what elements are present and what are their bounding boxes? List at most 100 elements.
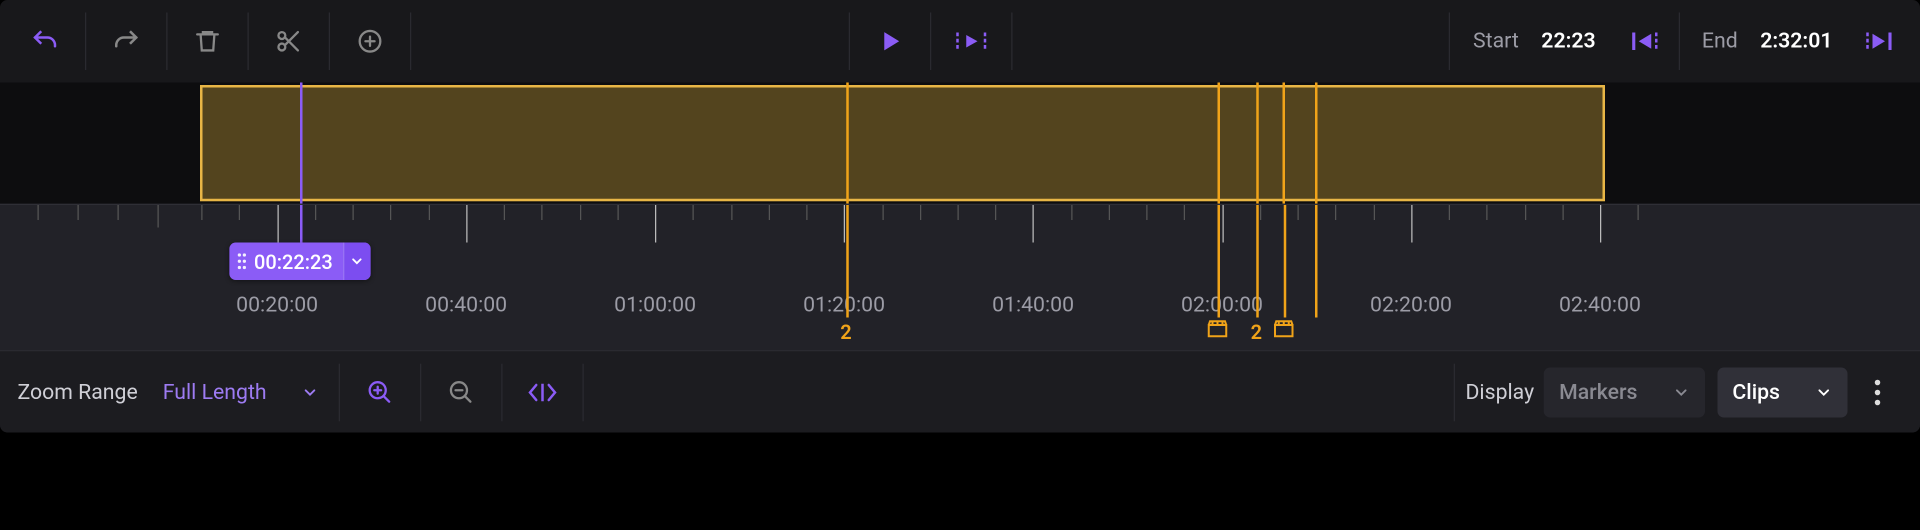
trash-icon bbox=[194, 28, 222, 56]
clip-marker-line bbox=[1283, 83, 1286, 204]
tick-minor bbox=[1335, 205, 1336, 220]
clapper-icon[interactable] bbox=[1273, 320, 1293, 338]
zoom-fit-button[interactable] bbox=[508, 361, 578, 424]
drag-grip-icon bbox=[229, 253, 252, 271]
tick-label: 01:20:00 bbox=[803, 293, 885, 318]
divider bbox=[930, 13, 931, 71]
tick-minor bbox=[239, 205, 240, 220]
divider bbox=[583, 363, 584, 421]
undo-button[interactable] bbox=[10, 10, 80, 73]
add-marker-button[interactable] bbox=[335, 10, 405, 73]
undo-icon bbox=[30, 26, 60, 56]
cut-button[interactable] bbox=[254, 10, 324, 73]
playhead-time: 00:22:23 bbox=[252, 249, 343, 273]
clip-region[interactable] bbox=[200, 85, 1605, 201]
tick-minor bbox=[1487, 205, 1488, 220]
marker-line[interactable] bbox=[846, 205, 849, 318]
playhead-dropdown[interactable] bbox=[343, 243, 371, 281]
in-value[interactable]: 22:23 bbox=[1541, 29, 1595, 54]
marker-line[interactable] bbox=[1283, 205, 1286, 318]
tick-minor bbox=[1562, 205, 1563, 220]
tick-label: 01:00:00 bbox=[614, 293, 696, 318]
marker-line[interactable] bbox=[1256, 205, 1259, 318]
tick-minor bbox=[1638, 205, 1639, 220]
tick-minor bbox=[1146, 205, 1147, 220]
more-vertical-icon bbox=[1874, 378, 1882, 406]
playhead-line bbox=[300, 205, 303, 243]
tick-minor bbox=[957, 205, 958, 220]
chevron-down-icon bbox=[1815, 383, 1833, 401]
tick-major bbox=[466, 205, 467, 243]
tick-minor bbox=[38, 205, 39, 220]
clip-marker-line bbox=[1217, 83, 1220, 204]
divider bbox=[410, 13, 411, 71]
clip-marker-line bbox=[846, 83, 849, 204]
tick-minor bbox=[1071, 205, 1072, 220]
go-to-in-button[interactable] bbox=[1613, 10, 1673, 73]
chevron-down-icon bbox=[302, 383, 320, 401]
tick-minor bbox=[882, 205, 883, 220]
markers-dropdown[interactable]: Markers bbox=[1544, 367, 1705, 417]
clip-strip[interactable] bbox=[0, 83, 1920, 204]
tick-minor bbox=[1373, 205, 1374, 220]
more-button[interactable] bbox=[1848, 361, 1908, 424]
tick-minor bbox=[995, 205, 996, 220]
tick-minor bbox=[504, 205, 505, 220]
clips-dropdown[interactable]: Clips bbox=[1717, 367, 1847, 417]
play-range-button[interactable] bbox=[936, 10, 1006, 73]
marker-count[interactable]: 2 bbox=[840, 320, 851, 344]
tick-minor bbox=[806, 205, 807, 220]
clip-marker-line bbox=[1256, 83, 1259, 204]
delete-button[interactable] bbox=[173, 10, 243, 73]
tick-minor bbox=[580, 205, 581, 220]
tick-label: 00:40:00 bbox=[425, 293, 507, 318]
tick-label: 02:40:00 bbox=[1559, 293, 1641, 318]
zoom-in-icon bbox=[367, 378, 395, 406]
tick-minor bbox=[1298, 205, 1299, 220]
tick-label: 01:40:00 bbox=[992, 293, 1074, 318]
tick-minor bbox=[768, 205, 769, 220]
divider bbox=[339, 363, 340, 421]
tick-minor bbox=[1184, 205, 1185, 220]
clip-marker-line bbox=[1316, 83, 1319, 204]
marker-line[interactable] bbox=[1217, 205, 1220, 318]
time-ruler[interactable]: 00:20:00 00:40:00 01:00:00 01:20:00 01:40:00… bbox=[0, 204, 1920, 350]
go-end-icon bbox=[1865, 29, 1895, 54]
marker-line[interactable] bbox=[1316, 205, 1319, 318]
zoom-out-button[interactable] bbox=[427, 361, 497, 424]
tick-label: 00:20:00 bbox=[236, 293, 318, 318]
tick-minor bbox=[542, 205, 543, 220]
clips-dropdown-label: Clips bbox=[1732, 379, 1780, 404]
zoom-range-label: Zoom Range bbox=[13, 379, 148, 404]
play-button[interactable] bbox=[855, 10, 925, 73]
go-to-out-button[interactable] bbox=[1850, 10, 1910, 73]
tick-minor bbox=[1449, 205, 1450, 220]
divider bbox=[1449, 13, 1450, 71]
tick-major bbox=[277, 205, 278, 243]
plus-circle-icon bbox=[356, 28, 384, 56]
scissors-icon bbox=[275, 28, 303, 56]
divider bbox=[1678, 13, 1679, 71]
divider bbox=[166, 13, 167, 71]
tick-label: 02:20:00 bbox=[1370, 293, 1452, 318]
tick-minor bbox=[353, 205, 354, 220]
redo-button[interactable] bbox=[91, 10, 161, 73]
tick-minor bbox=[78, 205, 79, 220]
divider bbox=[1454, 363, 1455, 421]
tick-label: 02:00:00 bbox=[1181, 293, 1263, 318]
out-value[interactable]: 2:32:01 bbox=[1760, 29, 1832, 54]
clapper-icon[interactable] bbox=[1207, 320, 1227, 338]
tick-minor bbox=[1260, 205, 1261, 220]
bottom-bar: Zoom Range Full Length Display bbox=[0, 350, 1920, 433]
playhead-indicator[interactable]: 00:22:23 bbox=[229, 243, 370, 281]
tick-minor bbox=[1524, 205, 1525, 220]
tick-major bbox=[1033, 205, 1034, 243]
tick-minor bbox=[920, 205, 921, 220]
tick-major bbox=[1600, 205, 1601, 243]
in-point-field: Start 22:23 bbox=[1456, 29, 1614, 54]
zoom-range-dropdown[interactable]: Full Length bbox=[148, 367, 334, 417]
timeline-panel: Start 22:23 End 2:32:01 00 bbox=[0, 0, 1920, 433]
zoom-in-button[interactable] bbox=[345, 361, 415, 424]
marker-count[interactable]: 2 bbox=[1251, 320, 1262, 344]
tick-major bbox=[1222, 205, 1223, 243]
